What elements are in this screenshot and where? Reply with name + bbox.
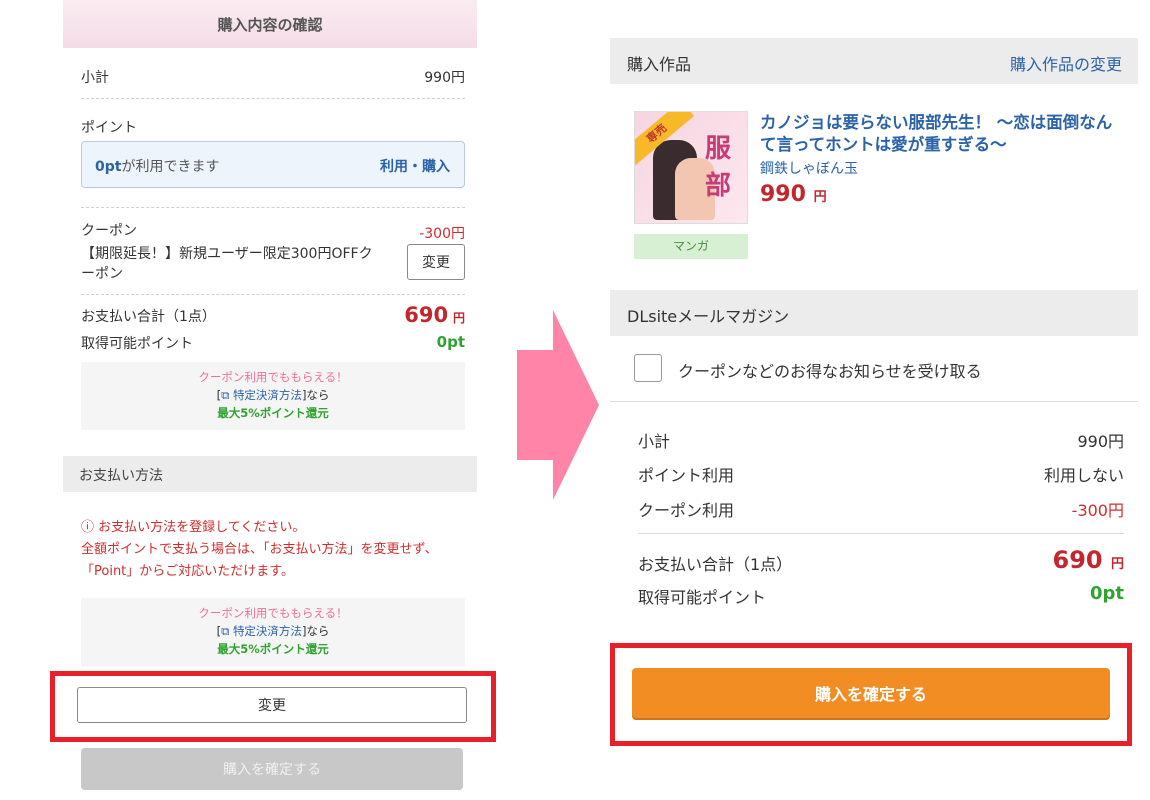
- earn-points-row: 取得可能ポイント 0pt: [81, 333, 465, 353]
- external-link-icon: ⧉: [221, 388, 230, 402]
- coupon-change-button[interactable]: 変更: [407, 244, 465, 280]
- subtotal-value: 990円: [1077, 432, 1124, 451]
- promo-box: クーポン利用でももらえる！ [⧉ 特定決済方法]なら 最大5%ポイント還元: [81, 362, 465, 430]
- divider: [610, 401, 1138, 402]
- earn-points-label: 取得可能ポイント: [81, 336, 193, 352]
- points-box[interactable]: 0ptが利用できます 利用・購入: [81, 141, 465, 188]
- coupon-use-value: -300円: [1071, 501, 1124, 520]
- cover-title-art: 服部: [705, 134, 732, 201]
- promo-headline: クーポン利用でももらえる！: [198, 370, 348, 384]
- promo-reward: 最大5%ポイント還元: [217, 406, 329, 420]
- subtotal-row: 小計 990円: [81, 67, 465, 87]
- highlight-box: [610, 643, 1132, 746]
- subtotal-row: 小計 990円: [638, 428, 1124, 452]
- coupon-row: クーポン -300円: [81, 220, 465, 242]
- earn-points-row: 取得可能ポイント 0pt: [638, 583, 1124, 607]
- highlight-box: [50, 671, 496, 742]
- promo-headline: クーポン利用でももらえる！: [198, 606, 348, 620]
- confirm-purchase-button-disabled[interactable]: 購入を確定する: [81, 748, 463, 790]
- total-label: お支払い合計（1点）: [81, 309, 216, 325]
- promo-payment-link[interactable]: 特定決済方法: [233, 624, 302, 638]
- category-badge: マンガ: [634, 234, 748, 259]
- payment-warning: ⓘ お支払い方法を登録してください。 全額ポイントで支払う場合は、「お支払い方法…: [81, 520, 438, 579]
- arrow-right-icon: [517, 310, 599, 500]
- external-link-icon: ⧉: [221, 624, 230, 638]
- payment-method-header: お支払い方法: [63, 456, 477, 492]
- total-row: お支払い合計（1点） 690 円: [81, 303, 465, 327]
- subtotal-label: 小計: [81, 70, 109, 86]
- newsletter-checkbox[interactable]: [634, 354, 662, 382]
- promo-box-2: クーポン利用でももらえる！ [⧉ 特定決済方法]なら 最大5%ポイント還元: [81, 598, 465, 666]
- product-price: 990 円: [760, 182, 827, 207]
- coupon-description: 【期限延長！】新規ユーザー限定300円OFFクーポン: [81, 246, 373, 282]
- promo-payment: [⧉ 特定決済方法]なら: [216, 624, 330, 638]
- product-cover[interactable]: 服部 専売: [634, 111, 748, 224]
- promo-payment: [⧉ 特定決済方法]なら: [216, 388, 330, 402]
- promo-reward: 最大5%ポイント還元: [217, 642, 329, 656]
- coupon-label: クーポン: [81, 223, 137, 239]
- change-items-link[interactable]: 購入作品の変更: [1010, 51, 1122, 75]
- mail-magazine-header: DLsiteメールマガジン: [610, 290, 1138, 336]
- total-row: お支払い合計（1点） 690 円: [638, 546, 1124, 574]
- point-use-value: 利用しない: [1043, 466, 1124, 485]
- divider: [638, 533, 1124, 534]
- product-author[interactable]: 鋼鉄しゃぼん玉: [760, 158, 858, 178]
- divider: [81, 98, 465, 99]
- total-value: 690 円: [404, 303, 465, 327]
- divider: [81, 207, 465, 208]
- use-points-link[interactable]: 利用・購入: [380, 156, 450, 176]
- page-title: 購入内容の確認: [63, 0, 477, 48]
- divider: [81, 294, 465, 295]
- total-value: 690 円: [1052, 546, 1124, 574]
- coupon-use-row: クーポン利用 -300円: [638, 497, 1124, 521]
- points-available: 0ptが利用できます: [95, 159, 220, 175]
- promo-payment-link[interactable]: 特定決済方法: [233, 388, 302, 402]
- earn-points-value: 0pt: [1089, 583, 1124, 604]
- product-title[interactable]: カノジョは要らない服部先生！ 〜恋は面倒なんて言ってホントは愛が重すぎる〜: [760, 112, 1120, 156]
- point-use-row: ポイント利用 利用しない: [638, 462, 1124, 486]
- points-label: ポイント: [81, 120, 137, 136]
- warning-icon: ⓘ: [81, 520, 95, 535]
- newsletter-checkbox-label[interactable]: クーポンなどのお得なお知らせを受け取る: [678, 358, 982, 382]
- subtotal-value: 990円: [424, 70, 465, 86]
- purchase-items-header: 購入作品 購入作品の変更: [610, 38, 1138, 84]
- earn-points-value: 0pt: [436, 333, 465, 351]
- coupon-discount: -300円: [419, 226, 465, 242]
